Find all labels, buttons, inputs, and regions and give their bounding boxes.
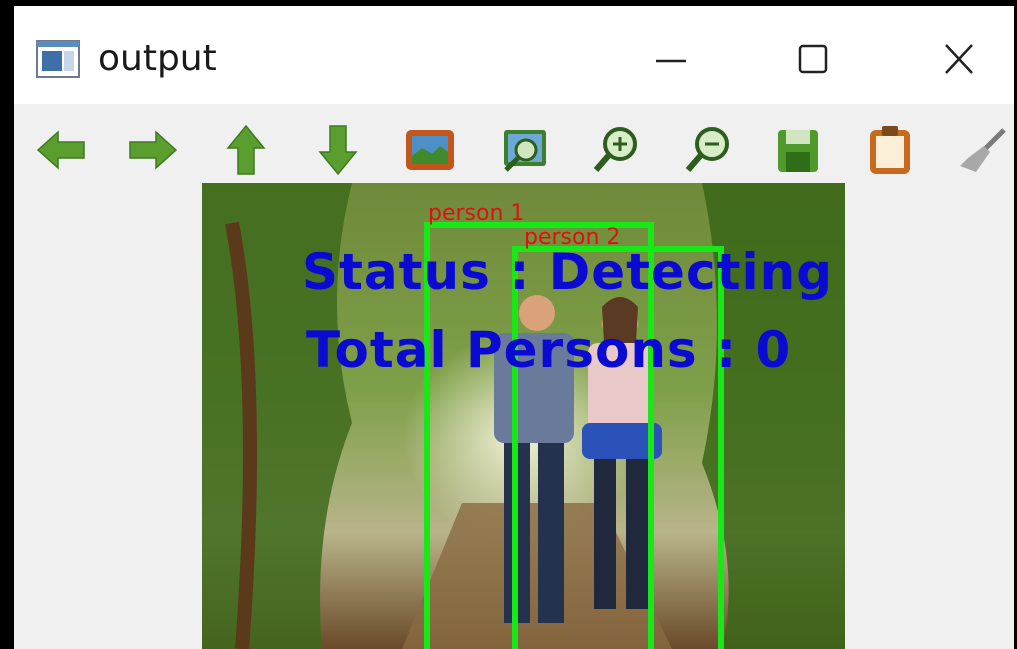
close-button[interactable] (924, 28, 994, 90)
minimize-icon (656, 59, 686, 63)
maximize-icon (798, 44, 828, 74)
clipboard-icon[interactable] (862, 122, 918, 178)
minimize-button[interactable] (636, 28, 706, 90)
down-arrow-icon[interactable] (310, 122, 366, 178)
window-title: output (98, 38, 217, 79)
output-window: output person 1 person 2 Status: Detect… (14, 6, 1014, 649)
total-persons-text: Total Persons : 0 (306, 321, 792, 379)
forward-arrow-icon[interactable] (124, 122, 180, 178)
toolbar (14, 106, 1014, 188)
zoom-out-icon[interactable] (680, 122, 736, 178)
detection-label-1: person 1 (428, 201, 525, 226)
brush-icon[interactable] (954, 122, 1010, 178)
desktop-frame-left (0, 0, 14, 649)
image-icon[interactable] (402, 122, 458, 178)
zoom-in-icon[interactable] (588, 122, 644, 178)
zoom-image-icon[interactable] (496, 122, 552, 178)
back-arrow-icon[interactable] (34, 122, 90, 178)
status-text: Status : Detecting (302, 243, 834, 301)
title-bar[interactable]: output (14, 6, 1014, 104)
maximize-button[interactable] (778, 28, 848, 90)
up-arrow-icon[interactable] (218, 122, 274, 178)
save-icon[interactable] (770, 122, 826, 178)
app-window-icon (36, 40, 80, 78)
close-icon (945, 44, 973, 74)
image-viewer[interactable]: person 1 person 2 Status : Detecting Tot… (202, 183, 845, 649)
